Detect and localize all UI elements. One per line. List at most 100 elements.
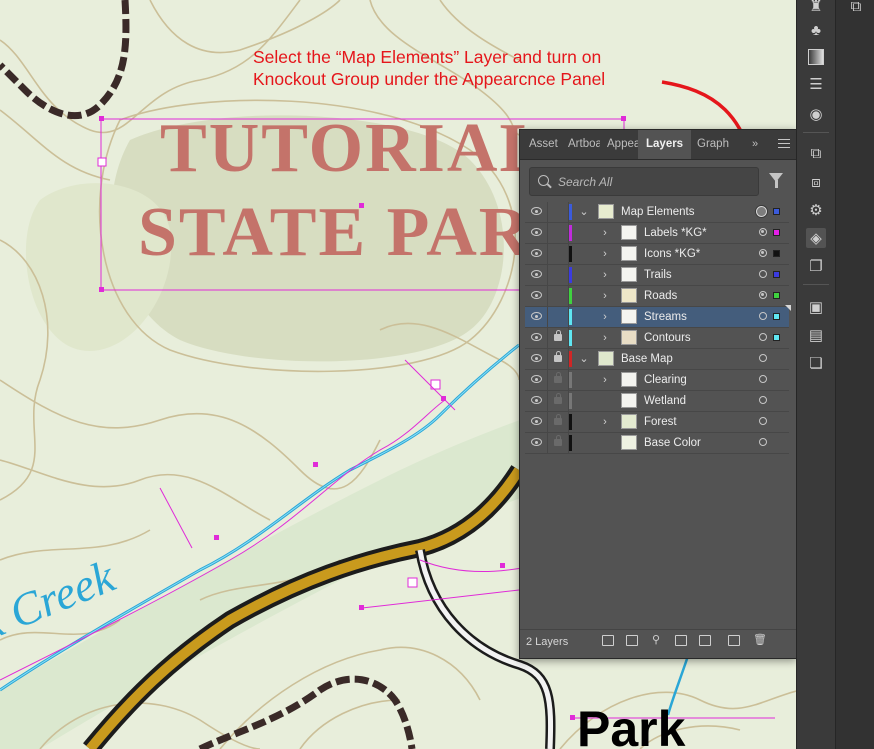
visibility-eye-icon[interactable] — [531, 249, 542, 257]
expand-chevron-icon[interactable]: › — [599, 370, 611, 390]
expand-chevron-icon[interactable]: › — [599, 328, 611, 348]
layer-name[interactable]: Icons *KG* — [644, 244, 700, 264]
layer-row-wetland[interactable]: Wetland — [525, 391, 789, 412]
stroke-lines-icon[interactable]: ☰ — [806, 74, 826, 94]
expand-chevron-icon[interactable]: › — [599, 307, 611, 327]
transparency-icon[interactable]: ◉ — [806, 104, 826, 124]
layer-name[interactable]: Streams — [644, 307, 687, 327]
layer-row-forest[interactable]: › Forest — [525, 412, 789, 433]
layers-icon[interactable]: ◈ — [806, 228, 826, 248]
locate-object-search-icon[interactable]: ⚲ — [650, 635, 662, 646]
tab-layers[interactable]: Layers — [638, 130, 692, 159]
asset-export-icon[interactable]: ❐ — [806, 256, 826, 276]
visibility-eye-icon[interactable] — [531, 375, 542, 383]
target-circle-icon[interactable] — [759, 270, 767, 278]
delete-trash-icon[interactable]: 🗑 — [753, 635, 767, 646]
layer-row-roads[interactable]: › Roads — [525, 286, 789, 307]
layers-panel[interactable]: Asset Artboa Appea Layers Graph » ⌄ Map … — [519, 129, 797, 659]
lock-toggle[interactable] — [547, 307, 569, 327]
visibility-eye-icon[interactable] — [531, 438, 542, 446]
visibility-eye-icon[interactable] — [531, 291, 542, 299]
target-circle-icon[interactable] — [759, 417, 767, 425]
lock-toggle[interactable] — [547, 412, 569, 432]
panel-icon[interactable]: ⧉ — [846, 0, 866, 16]
layer-name[interactable]: Wetland — [644, 391, 686, 411]
target-circle-icon[interactable] — [759, 354, 767, 362]
layer-row-base-map[interactable]: ⌄ Base Map — [525, 349, 789, 370]
layer-name[interactable]: Trails — [644, 265, 672, 285]
layer-search-input[interactable] — [558, 168, 748, 195]
lock-toggle[interactable] — [547, 223, 569, 243]
gradient-icon[interactable] — [806, 47, 826, 67]
visibility-eye-icon[interactable] — [531, 333, 542, 341]
new-layer-icon[interactable] — [728, 635, 740, 646]
layer-name[interactable]: Base Map — [621, 349, 673, 369]
layer-row-map-elements[interactable]: ⌄ Map Elements — [525, 202, 789, 223]
target-circle-icon[interactable] — [759, 375, 767, 383]
visibility-eye-icon[interactable] — [531, 207, 542, 215]
selection-indicator[interactable] — [773, 292, 780, 299]
create-sublayer-icon[interactable] — [699, 635, 711, 646]
visibility-eye-icon[interactable] — [531, 270, 542, 278]
layer-name[interactable]: Forest — [644, 412, 677, 432]
make-clipping-mask-icon[interactable] — [675, 635, 687, 646]
lock-toggle[interactable] — [547, 433, 569, 453]
collapse-chevron-icon[interactable]: ⌄ — [578, 202, 590, 222]
target-circle-icon[interactable] — [759, 396, 767, 404]
layer-row-streams[interactable]: › Streams — [525, 305, 791, 328]
lock-toggle[interactable] — [547, 286, 569, 306]
align-icon[interactable]: ▤ — [806, 325, 826, 345]
target-circle-icon[interactable] — [759, 438, 767, 446]
panel-menu-icon[interactable] — [778, 139, 790, 149]
target-circle-icon[interactable] — [759, 228, 767, 236]
layer-row-clearing[interactable]: › Clearing — [525, 370, 789, 391]
lock-toggle[interactable] — [547, 391, 569, 411]
selection-indicator[interactable] — [773, 250, 780, 257]
collapse-chevron-icon[interactable]: ⌄ — [578, 349, 590, 369]
collect-for-export-icon[interactable] — [602, 635, 614, 646]
selection-indicator[interactable] — [773, 208, 780, 215]
layer-name[interactable]: Clearing — [644, 370, 687, 390]
lock-toggle[interactable] — [547, 202, 569, 222]
artboards-icon[interactable]: ⧈ — [806, 172, 826, 192]
expand-chevron-icon[interactable]: › — [599, 265, 611, 285]
target-circle-icon[interactable] — [759, 249, 767, 257]
transform-icon[interactable]: ▣ — [806, 297, 826, 317]
selection-handle[interactable] — [407, 577, 418, 588]
selection-indicator[interactable] — [773, 271, 780, 278]
selection-indicator[interactable] — [773, 229, 780, 236]
export-icon[interactable]: ⧉ — [806, 143, 826, 163]
pathfinder-icon[interactable]: ❏ — [806, 353, 826, 373]
expand-chevron-icon[interactable]: › — [599, 223, 611, 243]
selection-handle[interactable] — [97, 157, 107, 167]
club-icon[interactable]: ♣ — [806, 20, 826, 40]
layer-search-box[interactable] — [529, 167, 759, 196]
lock-toggle[interactable] — [547, 328, 569, 348]
filter-icon[interactable] — [769, 173, 783, 188]
layer-name[interactable]: Contours — [644, 328, 691, 348]
chess-piece-icon[interactable]: ♜ — [806, 0, 826, 16]
lock-toggle[interactable] — [547, 349, 569, 369]
target-circle-icon[interactable] — [759, 333, 767, 341]
target-circle-icon[interactable] — [759, 312, 767, 320]
export-selection-icon[interactable] — [626, 635, 638, 646]
selection-indicator[interactable] — [773, 334, 780, 341]
expand-chevron-icon[interactable]: › — [599, 286, 611, 306]
appearance-icon[interactable]: ⚙ — [806, 200, 826, 220]
tab-graphic-styles[interactable]: Graph — [697, 130, 731, 159]
expand-chevron-icon[interactable]: › — [599, 244, 611, 264]
layer-name[interactable]: Map Elements — [621, 202, 695, 222]
layer-row-contours[interactable]: › Contours — [525, 328, 789, 349]
lock-toggle[interactable] — [547, 370, 569, 390]
visibility-eye-icon[interactable] — [531, 396, 542, 404]
layer-row-labels[interactable]: › Labels *KG* — [525, 223, 789, 244]
visibility-eye-icon[interactable] — [531, 312, 542, 320]
layer-name[interactable]: Labels *KG* — [644, 223, 707, 243]
tabs-overflow-icon[interactable]: » — [752, 130, 758, 159]
layer-row-trails[interactable]: › Trails — [525, 265, 789, 286]
lock-toggle[interactable] — [547, 265, 569, 285]
visibility-eye-icon[interactable] — [531, 417, 542, 425]
layer-name[interactable]: Roads — [644, 286, 677, 306]
visibility-eye-icon[interactable] — [531, 354, 542, 362]
layer-row-icons[interactable]: › Icons *KG* — [525, 244, 789, 265]
